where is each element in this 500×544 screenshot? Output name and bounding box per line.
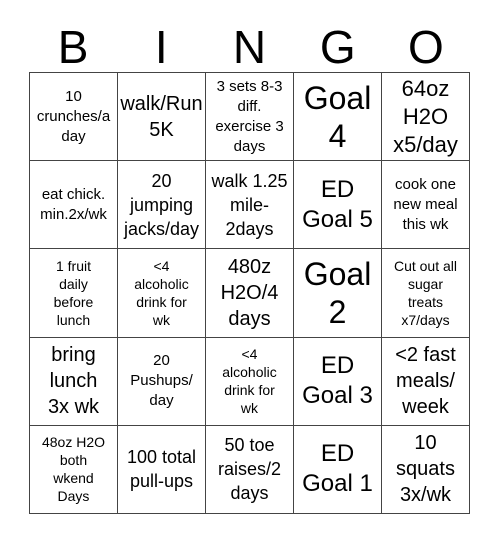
bingo-cell[interactable]: Goal 4 (294, 73, 382, 162)
cell-text: <2 fast meals/ week (395, 344, 456, 419)
cell-text: Goal 4 (303, 79, 372, 154)
bingo-cell[interactable]: eat chick. min.2x/wk (30, 161, 118, 250)
bingo-cell[interactable]: 10 squats 3x/wk (382, 425, 470, 514)
cell-text: 10 crunches/a day (36, 87, 111, 145)
bingo-cell[interactable]: 480z H2O/4 days (206, 249, 294, 338)
bingo-cell[interactable]: 20 Pushups/ day (118, 337, 206, 426)
bingo-cell[interactable]: 100 total pull-ups (118, 425, 206, 514)
bingo-cell[interactable]: 1 fruit daily before lunch (30, 249, 118, 338)
bingo-cell[interactable]: 64oz H2O x5/day (382, 73, 470, 162)
bingo-cell[interactable]: 3 sets 8-3 diff. exercise 3 days (206, 73, 294, 162)
cell-text: cook one new meal this wk (393, 175, 458, 233)
bingo-cell[interactable]: Goal 2 (294, 249, 382, 338)
cell-text: 1 fruit daily before lunch (53, 257, 94, 328)
cell-text: 3 sets 8-3 diff. exercise 3 days (215, 77, 284, 155)
cell-text: 64oz H2O x5/day (393, 75, 458, 157)
cell-text: ED Goal 3 (302, 352, 373, 410)
bingo-cell[interactable]: walk 1.25 mile- 2days (206, 161, 294, 250)
bingo-cell[interactable]: 10 crunches/a day (30, 73, 118, 162)
cell-text: 48oz H2O both wkend Days (41, 434, 106, 505)
bingo-cell[interactable]: 48oz H2O both wkend Days (30, 425, 118, 514)
bingo-grid: 10 crunches/a day walk/Run 5K 3 sets 8-3… (29, 72, 470, 514)
cell-text: 20 Pushups/ day (130, 352, 193, 410)
header-letter-i: I (154, 21, 168, 73)
cell-text: Cut out all sugar treats x7/days (393, 257, 458, 328)
bingo-cell[interactable]: 50 toe raises/2 days (206, 425, 294, 514)
header-letter-b: B (57, 21, 89, 73)
cell-text: 10 squats 3x/wk (396, 432, 455, 507)
bingo-cell[interactable]: 20 jumping jacks/day (118, 161, 206, 250)
cell-text: 50 toe raises/2 days (217, 435, 282, 504)
bingo-cell[interactable]: <4 alcoholic drink for wk (206, 337, 294, 426)
cell-text: Goal 2 (303, 255, 372, 330)
bingo-cell[interactable]: <2 fast meals/ week (382, 337, 470, 426)
header-letter-n: N (232, 21, 267, 73)
cell-text: walk 1.25 mile- 2days (211, 170, 288, 239)
bingo-cell[interactable]: ED Goal 1 (294, 425, 382, 514)
header-letter-g: G (319, 21, 356, 73)
bingo-cell[interactable]: ED Goal 5 (294, 161, 382, 250)
cell-text: <4 alcoholic drink for wk (134, 257, 189, 328)
cell-text: ED Goal 5 (302, 175, 373, 233)
bingo-cell[interactable]: ED Goal 3 (294, 337, 382, 426)
bingo-cell[interactable]: cook one new meal this wk (382, 161, 470, 250)
cell-text: eat chick. min.2x/wk (40, 185, 107, 223)
cell-text: 100 total pull-ups (126, 447, 197, 492)
bingo-header: B I N G O (29, 22, 470, 72)
header-letter-o: O (408, 21, 444, 73)
bingo-cell[interactable]: <4 alcoholic drink for wk (118, 249, 206, 338)
cell-text: ED Goal 1 (302, 440, 373, 498)
cell-text: bring lunch 3x wk (47, 344, 100, 419)
cell-text: <4 alcoholic drink for wk (222, 346, 277, 417)
cell-text: walk/Run 5K (120, 92, 203, 141)
cell-text: 480z H2O/4 days (220, 255, 279, 330)
cell-text: 20 jumping jacks/day (123, 170, 200, 239)
bingo-cell[interactable]: Cut out all sugar treats x7/days (382, 249, 470, 338)
bingo-cell[interactable]: walk/Run 5K (118, 73, 206, 162)
bingo-cell[interactable]: bring lunch 3x wk (30, 337, 118, 426)
